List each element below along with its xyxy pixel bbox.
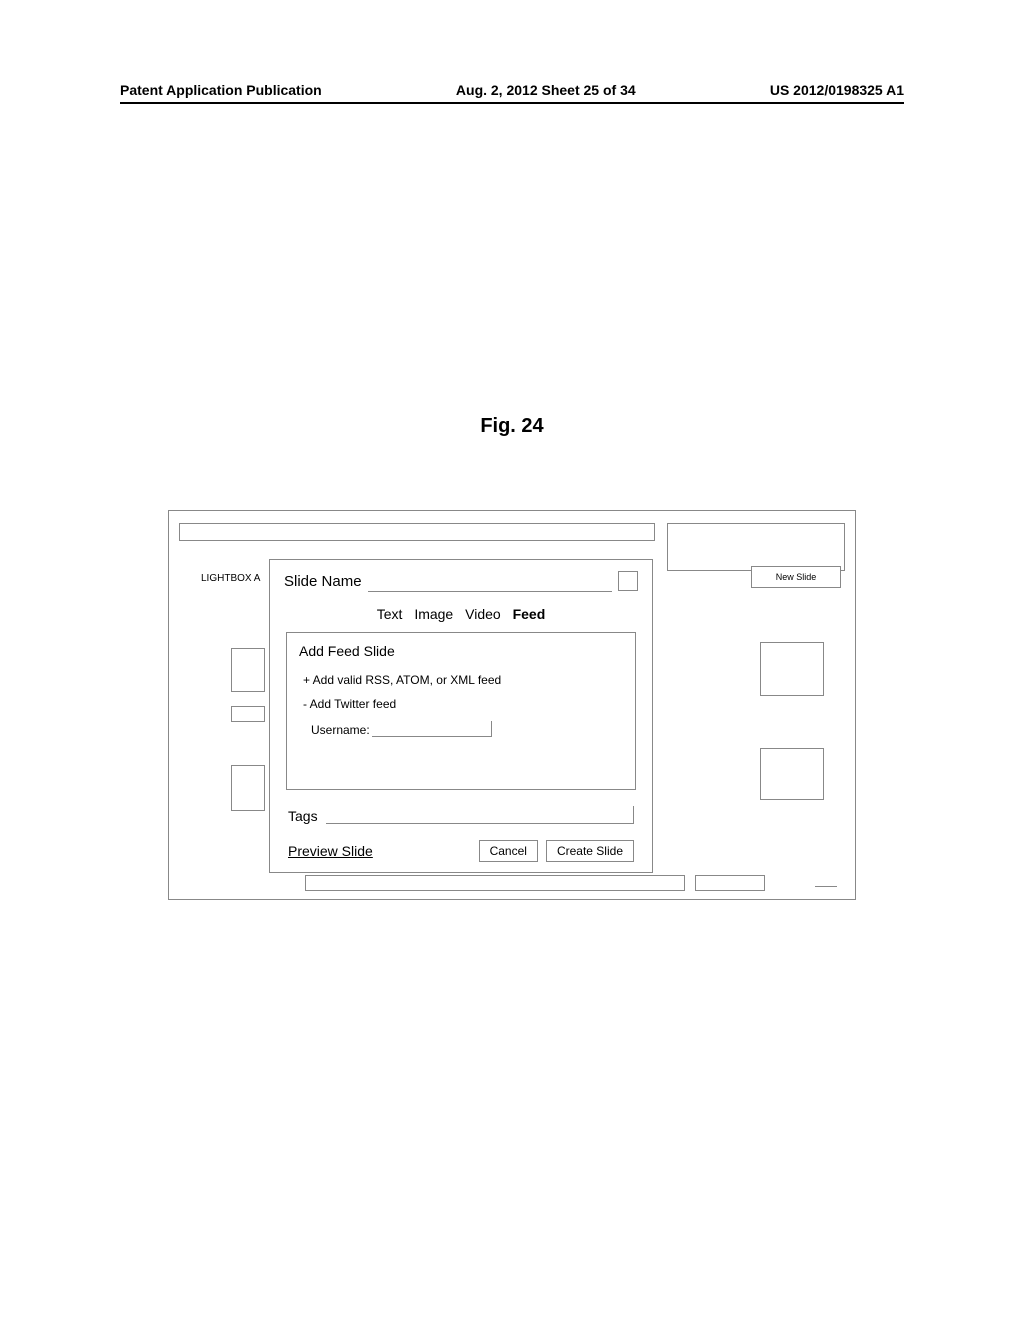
right-thumbnail[interactable] (760, 642, 824, 696)
header-left: Patent Application Publication (120, 82, 322, 98)
username-row: Username: (299, 721, 623, 737)
left-thumbnail[interactable] (231, 648, 265, 692)
new-slide-modal: Slide Name Text Image Video Feed Add Fee… (269, 559, 653, 873)
feed-panel: Add Feed Slide + Add valid RSS, ATOM, or… (286, 632, 636, 790)
tags-input[interactable] (326, 806, 634, 824)
create-slide-button[interactable]: Create Slide (546, 840, 634, 862)
add-twitter-feed-option[interactable]: - Add Twitter feed (299, 697, 623, 711)
app-window: New Slide LIGHTBOX A Slide Name Text Ima… (168, 510, 856, 900)
bottom-dash (815, 886, 837, 887)
tab-video[interactable]: Video (465, 606, 501, 622)
new-slide-label: New Slide (776, 572, 817, 582)
username-label: Username: (311, 723, 370, 737)
action-buttons: Cancel Create Slide (479, 840, 634, 862)
slide-name-input[interactable] (368, 570, 612, 592)
tags-label: Tags (288, 808, 318, 824)
bottom-strip (695, 875, 765, 891)
tags-row: Tags (288, 806, 634, 824)
bottom-strip (305, 875, 685, 891)
modal-actions: Preview Slide Cancel Create Slide (288, 840, 634, 862)
left-thumbnail[interactable] (231, 706, 265, 722)
preview-slide-link[interactable]: Preview Slide (288, 843, 373, 859)
slide-name-indicator (618, 571, 638, 591)
tab-text[interactable]: Text (377, 606, 403, 622)
figure-label: Fig. 24 (0, 415, 1024, 438)
new-slide-button[interactable]: New Slide (751, 566, 841, 588)
top-right-panel (667, 523, 845, 571)
feed-panel-title: Add Feed Slide (299, 643, 623, 659)
add-rss-feed-option[interactable]: + Add valid RSS, ATOM, or XML feed (299, 673, 623, 687)
left-thumbnail[interactable] (231, 765, 265, 811)
header-right: US 2012/0198325 A1 (770, 82, 904, 98)
address-bar[interactable] (179, 523, 655, 541)
header-center: Aug. 2, 2012 Sheet 25 of 34 (456, 82, 636, 98)
page-header: Patent Application Publication Aug. 2, 2… (120, 82, 904, 104)
slide-name-label: Slide Name (284, 573, 362, 590)
tab-image[interactable]: Image (414, 606, 453, 622)
tab-feed[interactable]: Feed (513, 606, 546, 622)
lightbox-label: LIGHTBOX A (201, 573, 260, 584)
right-thumbnail[interactable] (760, 748, 824, 800)
username-input[interactable] (372, 721, 492, 737)
slide-name-row: Slide Name (284, 570, 638, 592)
cancel-button[interactable]: Cancel (479, 840, 538, 862)
slide-type-tabs: Text Image Video Feed (284, 606, 638, 622)
